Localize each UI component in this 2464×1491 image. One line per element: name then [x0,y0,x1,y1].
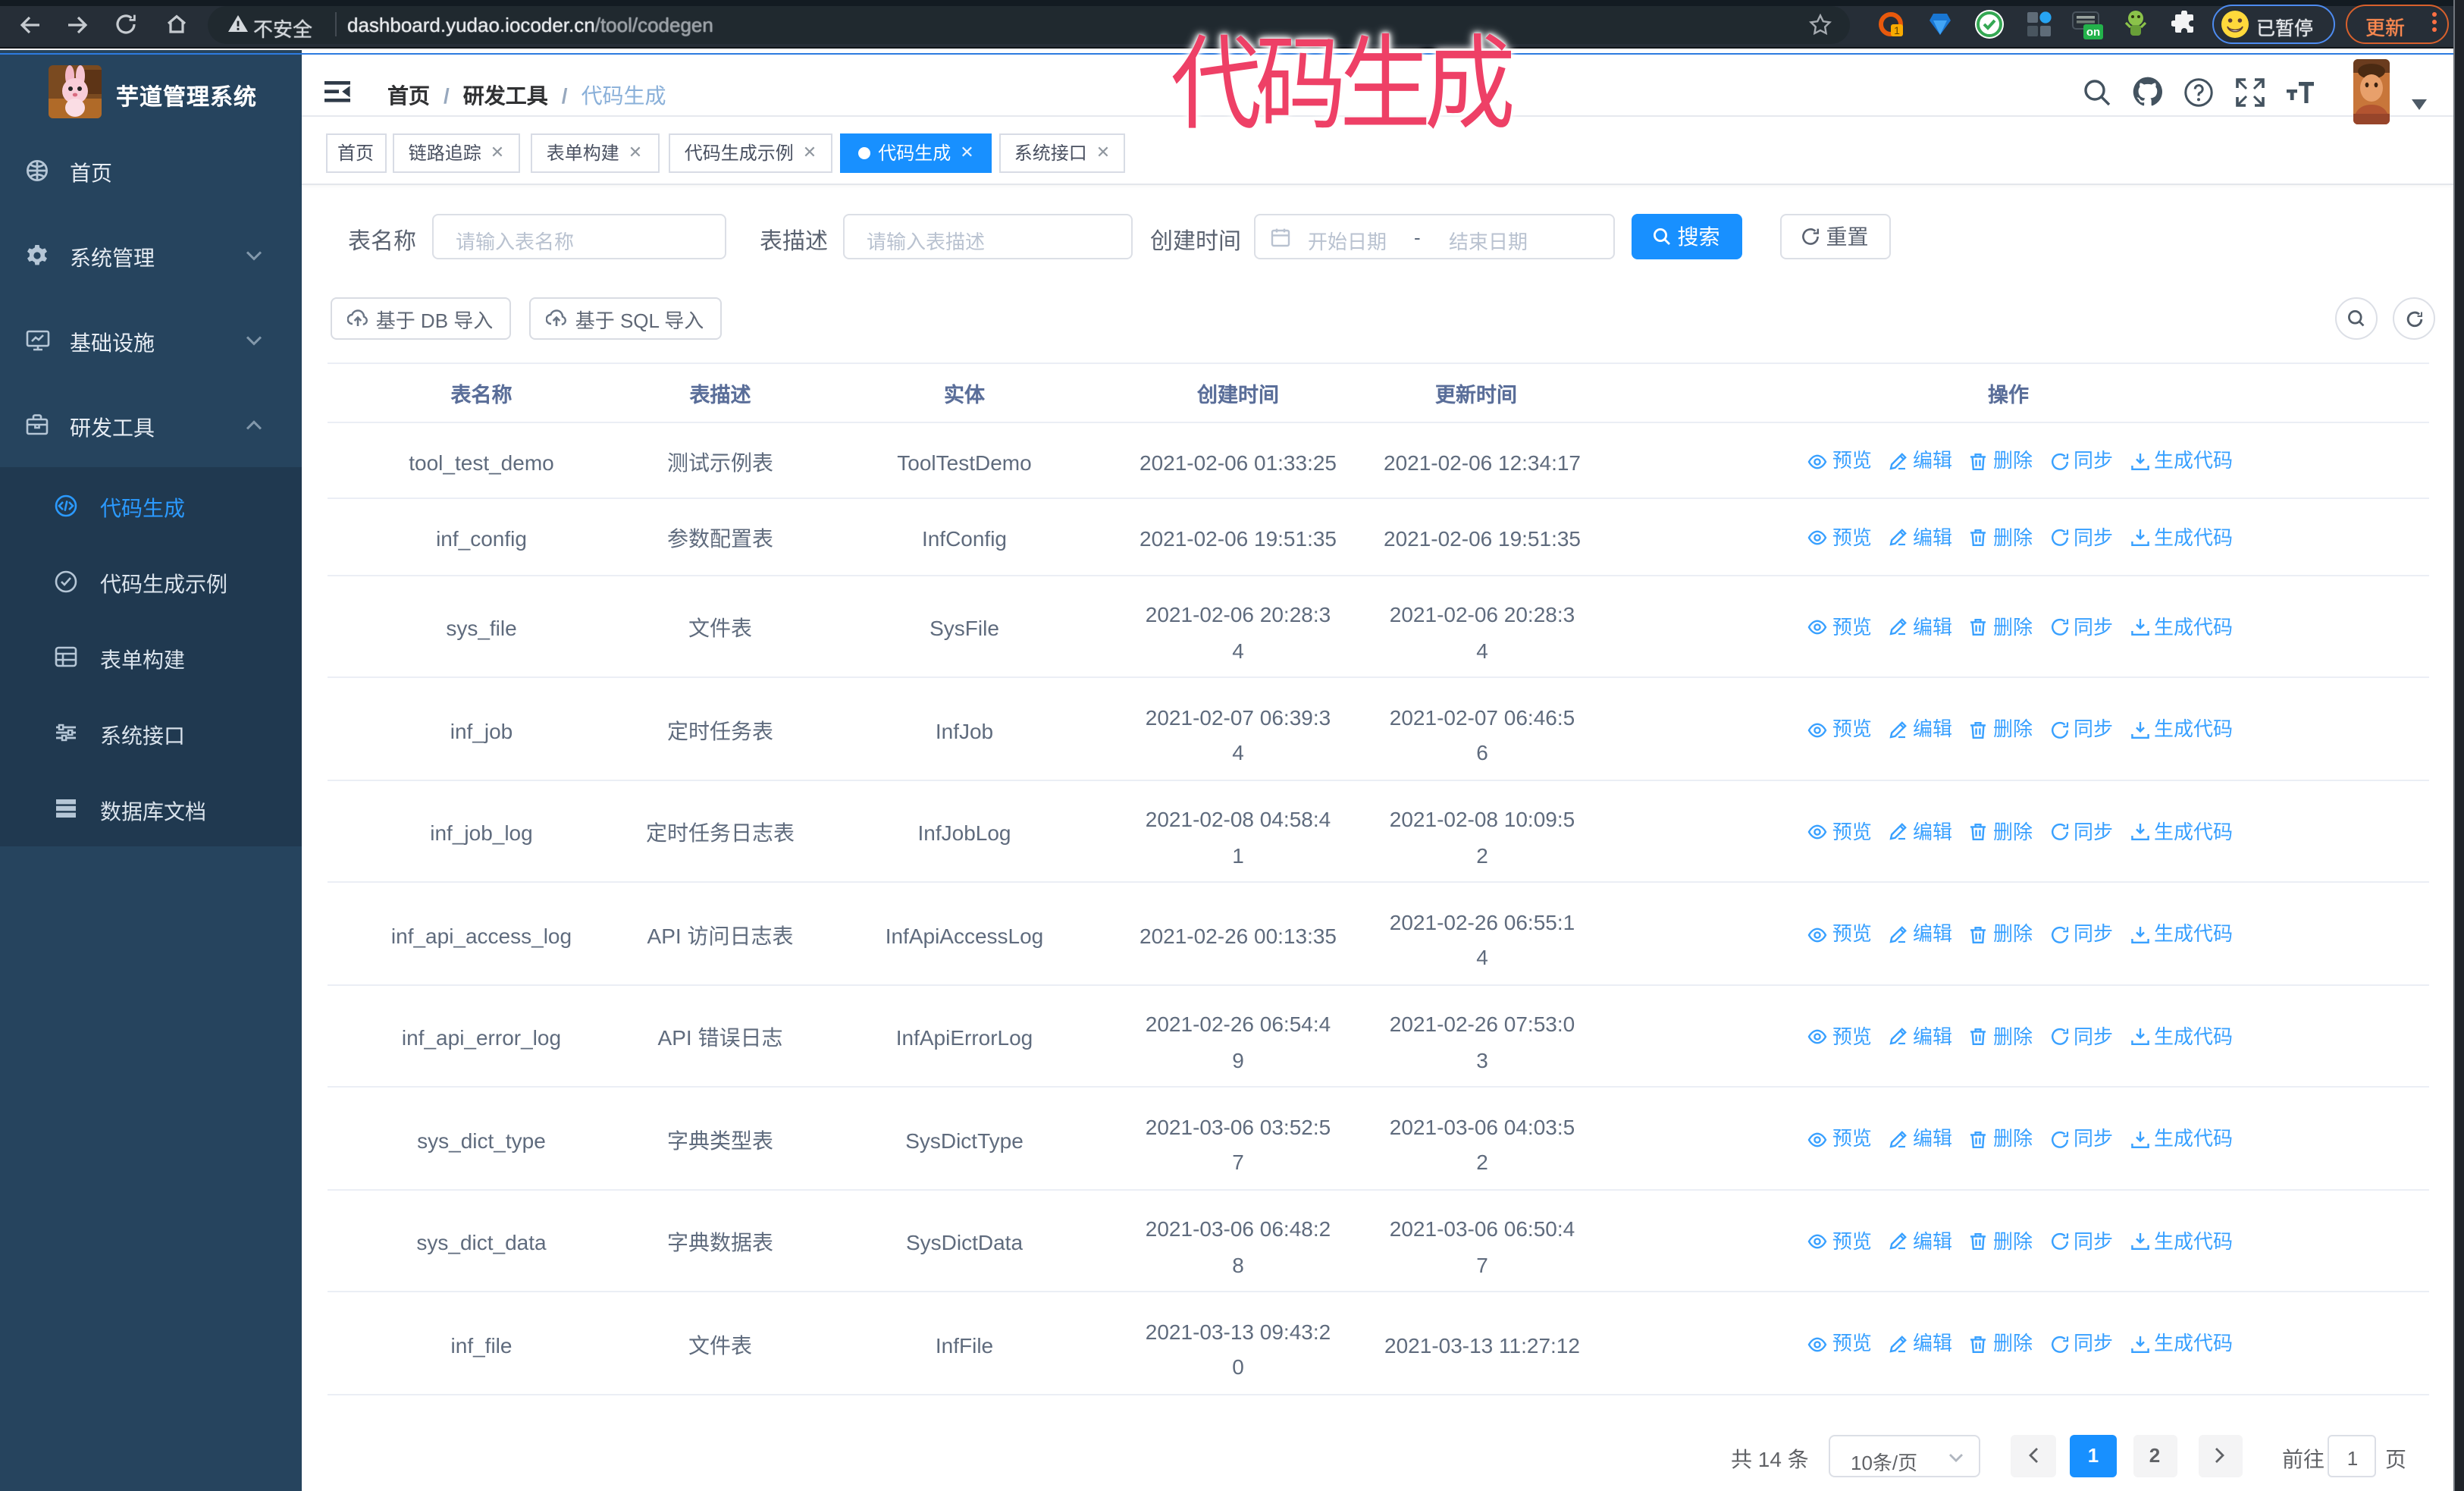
svg-text:on: on [2086,26,2100,39]
svg-text:1: 1 [1894,24,1900,36]
